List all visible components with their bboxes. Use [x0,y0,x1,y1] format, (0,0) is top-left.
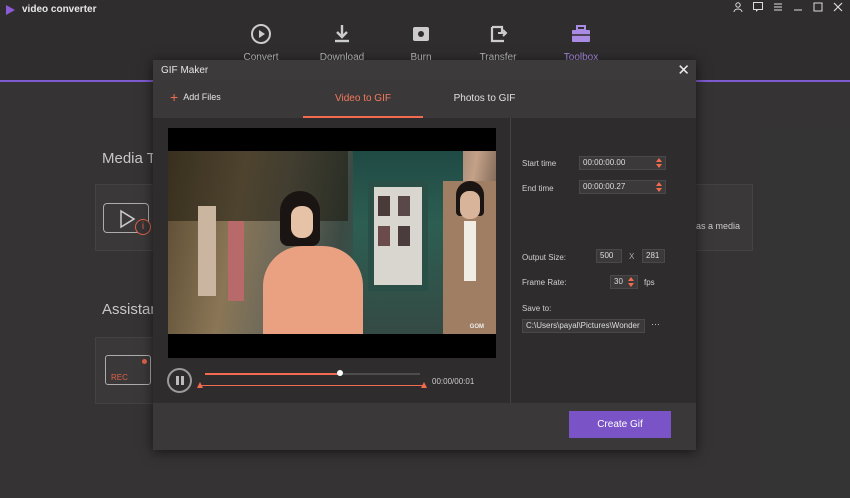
pause-button[interactable] [167,368,192,393]
frame-rate-value: 30 [614,277,623,286]
user-icon[interactable] [732,2,744,15]
gif-maker-dialog: GIF Maker ✕ + Add Files Video to GIF Pho… [153,60,696,450]
nav-download[interactable]: Download [307,20,377,63]
minimize-icon[interactable] [792,2,804,15]
maximize-icon[interactable] [812,2,824,15]
nav-toolbox[interactable]: Toolbox [546,20,616,63]
playback-progress [205,373,341,375]
start-time-label: Start time [522,159,557,168]
frame-rate-label: Frame Rate: [522,278,567,287]
playback-track[interactable] [205,370,420,376]
end-time-field[interactable]: 00:00:00.27 [579,180,666,194]
save-to-label: Save to: [522,304,552,313]
frame-rate-field[interactable]: 30 [610,275,638,289]
output-size-label: Output Size: [522,253,567,262]
app-logo-icon [6,5,15,15]
app-title: video converter [22,4,97,15]
transfer-icon [490,25,508,43]
nav-burn[interactable]: Burn [386,20,456,63]
start-time-field[interactable]: 00:00:00.00 [579,156,666,170]
end-time-value: 00:00:00.27 [583,182,626,191]
create-gif-button[interactable]: Create Gif [569,411,671,438]
dialog-tabbar: + Add Files Video to GIF Photos to GIF [153,80,696,118]
add-files-button[interactable]: + Add Files [170,89,221,105]
feedback-icon[interactable] [752,2,764,15]
frame-rate-stepper-icon[interactable] [628,277,635,287]
dialog-footer: Create Gif [153,403,696,450]
close-icon[interactable] [832,2,844,15]
dialog-header: GIF Maker ✕ [153,60,696,80]
nav-convert[interactable]: Convert [226,20,296,63]
window-controls [732,2,844,15]
start-time-stepper-icon[interactable] [656,158,663,168]
playback-controls: 00:00/00:01 [153,358,511,403]
convert-icon [251,24,271,44]
video-watermark: GOM [469,324,484,330]
burn-icon [413,27,429,41]
end-time-stepper-icon[interactable] [656,182,663,192]
video-preview: GOM [168,128,496,358]
title-bar: video converter [0,0,850,20]
browse-folder-button[interactable]: ··· [651,319,660,329]
output-height-field[interactable]: 281 [642,249,665,263]
end-time-label: End time [522,184,554,193]
menu-icon[interactable] [772,2,784,15]
size-separator: X [629,252,635,261]
start-time-value: 00:00:00.00 [583,158,626,167]
tab-video-to-gif[interactable]: Video to GIF [303,80,423,118]
trim-start-marker[interactable] [197,382,203,388]
dialog-close-icon[interactable]: ✕ [677,61,690,79]
playback-thumb[interactable] [337,370,344,376]
preview-pane: GOM 00:00/00:01 [153,118,511,403]
add-files-label: Add Files [183,92,221,102]
trim-range [200,385,425,386]
toolbox-icon [572,25,590,42]
frame-rate-unit: fps [644,278,655,287]
save-to-path-field[interactable]: C:\Users\payal\Pictures\Wonder [522,319,645,333]
trim-end-marker[interactable] [421,382,427,388]
download-icon [335,25,349,43]
time-readout: 00:00/00:01 [432,377,475,386]
output-width-field[interactable]: 500 [596,249,622,263]
dialog-title: GIF Maker [161,65,209,76]
plus-icon: + [170,89,179,105]
nav-transfer[interactable]: Transfer [463,20,533,63]
video-frame: GOM [168,151,496,334]
tab-photos-to-gif[interactable]: Photos to GIF [423,80,546,118]
settings-pane: Start time 00:00:00.00 End time 00:00:00… [512,118,696,403]
